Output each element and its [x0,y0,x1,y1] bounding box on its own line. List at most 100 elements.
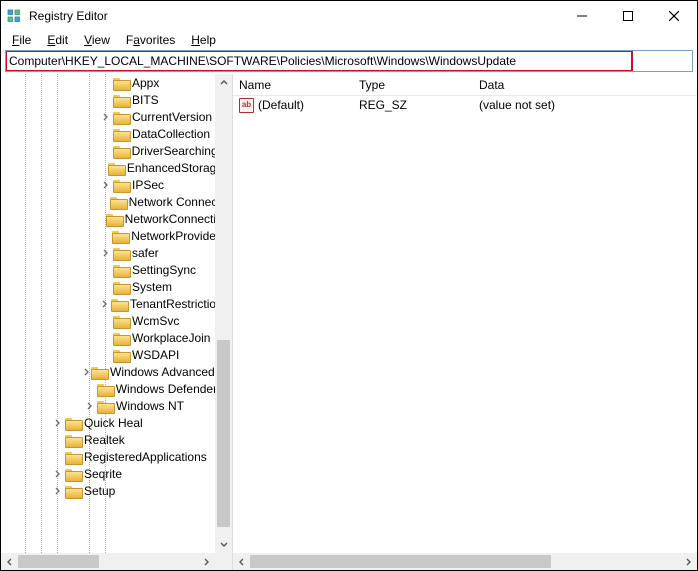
tree-node-label: Appx [132,76,159,90]
chevron-right-icon[interactable] [99,113,113,121]
menu-favorites[interactable]: Favorites [119,32,182,48]
expander-placeholder: . [99,196,110,207]
tree-node[interactable]: Windows Advanced Threat Protection [1,363,215,380]
tree-node-label: WSDAPI [132,348,179,362]
folder-icon [110,195,126,208]
tree-node[interactable]: Setup [1,482,215,499]
folder-icon [108,161,124,174]
tree-node[interactable]: .WcmSvc [1,312,215,329]
tree-node[interactable]: .WSDAPI [1,346,215,363]
key-tree-pane: .Appx.BITSCurrentVersion.DataCollection.… [1,74,233,570]
folder-icon [65,450,81,463]
value-data: (value not set) [479,98,691,112]
scroll-right-icon[interactable] [680,553,697,570]
tree-node[interactable]: CurrentVersion [1,108,215,125]
folder-icon [97,399,113,412]
scrollbar-thumb[interactable] [217,340,230,527]
folder-icon [91,365,107,378]
tree-node-label: WorkplaceJoin [132,331,210,345]
folder-icon [113,246,129,259]
maximize-button[interactable] [605,1,651,31]
expander-placeholder: . [99,213,106,224]
string-value-icon: ab [239,98,254,113]
close-button[interactable] [651,1,697,31]
menu-file[interactable]: File [5,32,38,48]
menu-help[interactable]: Help [184,32,223,48]
expander-placeholder: . [99,94,113,105]
list-horizontal-scrollbar[interactable] [233,553,697,570]
tree-node[interactable]: IPSec [1,176,215,193]
column-header-name[interactable]: Name [239,78,359,92]
folder-icon [97,382,113,395]
tree-node[interactable]: .DataCollection [1,125,215,142]
chevron-right-icon[interactable] [99,300,111,308]
menu-edit[interactable]: Edit [40,32,75,48]
tree-node[interactable]: Seqrite [1,465,215,482]
column-header-type[interactable]: Type [359,78,479,92]
address-bar-text[interactable]: Computer\HKEY_LOCAL_MACHINE\SOFTWARE\Pol… [6,51,632,71]
scrollbar-thumb[interactable] [18,555,99,568]
tree-node[interactable]: .Network Connections [1,193,215,210]
folder-icon [113,93,129,106]
chevron-right-icon[interactable] [51,487,65,495]
tree-node-label: safer [132,246,159,260]
tree-node-label: EnhancedStorageDevices [127,161,215,175]
tree-node[interactable]: . WorkplaceJoin [1,329,215,346]
folder-icon [65,484,81,497]
tree-node[interactable]: . EnhancedStorageDevices [1,159,215,176]
tree-node[interactable]: .RegisteredApplications [1,448,215,465]
column-header-data[interactable]: Data [479,78,691,92]
scroll-left-icon[interactable] [1,553,18,570]
tree-node-label: NetworkConnectivityStatusIndicator [125,212,215,226]
chevron-right-icon[interactable] [83,368,91,376]
scroll-up-icon[interactable] [215,74,232,91]
key-tree[interactable]: .Appx.BITSCurrentVersion.DataCollection.… [1,74,215,553]
scroll-left-icon[interactable] [233,553,250,570]
regedit-icon [7,8,23,24]
expander-placeholder: . [99,145,113,156]
tree-node[interactable]: .DriverSearching [1,142,215,159]
tree-node[interactable]: TenantRestrictions [1,295,215,312]
folder-icon [113,348,129,361]
chevron-right-icon[interactable] [99,181,113,189]
minimize-button[interactable] [559,1,605,31]
list-header: Name Type Data [233,74,697,96]
tree-node[interactable]: Windows NT [1,397,215,414]
tree-node-label: BITS [132,93,159,107]
tree-node[interactable]: .Appx [1,74,215,91]
chevron-right-icon[interactable] [51,470,65,478]
tree-node[interactable]: . NetworkConnectivityStatusIndicator [1,210,215,227]
chevron-right-icon[interactable] [51,419,65,427]
tree-node[interactable]: .NetworkProvider [1,227,215,244]
address-bar[interactable]: Computer\HKEY_LOCAL_MACHINE\SOFTWARE\Pol… [5,50,693,72]
value-type: REG_SZ [359,98,479,112]
chevron-right-icon[interactable] [83,402,97,410]
tree-node-label: TenantRestrictions [130,297,215,311]
folder-icon [113,280,129,293]
scrollbar-thumb[interactable] [250,555,551,568]
tree-node[interactable]: .Windows Defender [1,380,215,397]
tree-horizontal-scrollbar[interactable] [1,553,215,570]
window-title: Registry Editor [29,9,108,23]
tree-node[interactable]: . BITS [1,91,215,108]
menu-view[interactable]: View [77,32,117,48]
scroll-down-icon[interactable] [215,536,232,553]
tree-node[interactable]: .System [1,278,215,295]
tree-node[interactable]: Quick Heal [1,414,215,431]
expander-placeholder: . [51,434,65,445]
scroll-right-icon[interactable] [198,553,215,570]
folder-icon [65,467,81,480]
expander-placeholder: . [99,315,113,326]
chevron-right-icon[interactable] [99,249,113,257]
tree-node[interactable]: safer [1,244,215,261]
expander-placeholder: . [99,162,108,173]
folder-icon [113,314,129,327]
tree-node-label: Realtek [84,433,125,447]
expander-placeholder: . [99,281,113,292]
tree-node[interactable]: .SettingSync [1,261,215,278]
tree-vertical-scrollbar[interactable] [215,74,232,553]
expander-placeholder: . [99,230,112,241]
tree-node[interactable]: . Realtek [1,431,215,448]
value-row[interactable]: ab(Default)REG_SZ(value not set) [233,96,697,114]
expander-placeholder: . [99,332,113,343]
